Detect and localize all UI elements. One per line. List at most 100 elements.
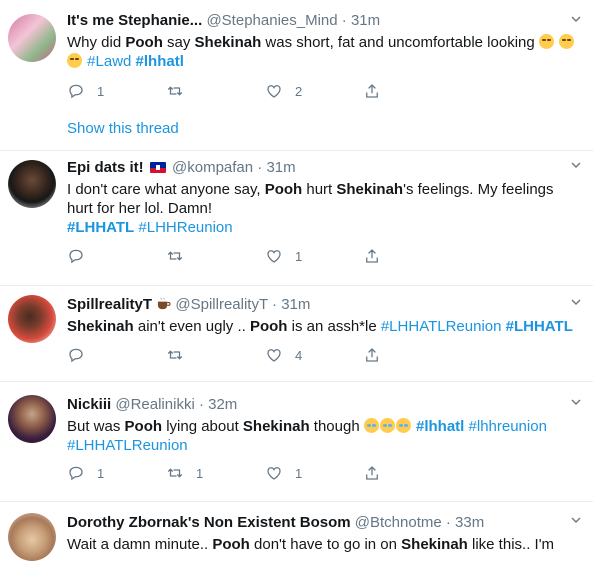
highlight: Shekinah [194, 34, 262, 51]
timestamp[interactable]: 31m [266, 159, 295, 176]
share-icon [366, 466, 378, 480]
share-icon [366, 84, 378, 98]
separator-dot: · [272, 296, 278, 313]
like-count: 1 [295, 465, 303, 481]
tweet-text: Why did Pooh say Shekinah was short, fat… [67, 33, 583, 71]
chevron-down-icon[interactable] [571, 397, 581, 407]
highlight: Pooh [249, 318, 288, 335]
like-count: 2 [295, 83, 303, 99]
reply-button[interactable]: 1 [67, 463, 104, 483]
avatar[interactable] [8, 295, 56, 343]
share-button[interactable] [363, 246, 381, 266]
retweet-icon [167, 86, 183, 96]
share-icon [366, 249, 378, 263]
retweet-button[interactable] [166, 246, 196, 266]
tweet-header: Nickiii @Realinikki · 32m [67, 395, 583, 415]
highlight: Pooh [125, 34, 163, 51]
user-handle[interactable]: @Btchnotme [355, 514, 442, 531]
grimacing-face-icon [538, 34, 554, 49]
haiti-flag-icon [149, 162, 166, 173]
tears-of-joy-icon [379, 418, 395, 433]
share-button[interactable] [363, 81, 381, 101]
hashtag-link[interactable]: #lhhatl [416, 418, 464, 435]
avatar[interactable] [8, 513, 56, 561]
hashtag-link[interactable]: #lhhreunion [469, 418, 547, 435]
timestamp[interactable]: 31m [351, 12, 380, 29]
highlight: Shekinah [336, 181, 404, 198]
separator-dot: · [257, 159, 263, 176]
highlight: Pooh [264, 181, 303, 198]
timestamp[interactable]: 31m [281, 296, 310, 313]
reply-count: 1 [97, 465, 105, 481]
tweet[interactable]: Dorothy Zbornak's Non Existent Bosom @Bt… [0, 501, 593, 561]
share-button[interactable] [363, 463, 381, 483]
like-button[interactable]: 4 [265, 345, 302, 365]
tweet-header: It's me Stephanie... @Stephanies_Mind · … [67, 11, 583, 31]
timestamp[interactable]: 32m [208, 396, 237, 413]
display-name[interactable]: SpillrealityT [67, 296, 152, 313]
tweet-header: SpillrealityT @SpillrealityT · 31m [67, 295, 583, 315]
retweet-icon [167, 350, 183, 360]
tweet-text: I don't care what anyone say, Pooh hurt … [67, 181, 554, 236]
avatar[interactable] [8, 395, 56, 443]
hashtag-link[interactable]: #LHHATLReunion [381, 318, 502, 335]
reply-count: 1 [97, 83, 105, 99]
retweet-icon [167, 251, 183, 261]
hashtag-link[interactable]: #LHHReunion [138, 219, 232, 236]
share-button[interactable] [363, 345, 381, 365]
like-button[interactable]: 2 [265, 81, 302, 101]
reply-button[interactable] [67, 345, 97, 365]
separator-dot: · [198, 396, 204, 413]
tweet[interactable]: Epi dats it! @kompafan · 31m I don't car… [0, 150, 593, 286]
avatar[interactable] [8, 160, 56, 208]
tweet[interactable]: SpillrealityT @SpillrealityT · 31m Sheki… [0, 285, 593, 382]
tweet-text: Shekinah ain't even ugly .. Pooh is an a… [67, 318, 573, 335]
hashtag-link[interactable]: #LHHATLReunion [67, 437, 188, 454]
like-button[interactable]: 1 [265, 463, 302, 483]
like-button[interactable]: 1 [265, 246, 302, 266]
retweet-button[interactable]: 1 [166, 463, 203, 483]
reply-icon [69, 84, 83, 99]
tweet[interactable]: It's me Stephanie... @Stephanies_Mind · … [0, 0, 593, 151]
chevron-down-icon[interactable] [571, 14, 581, 24]
timestamp[interactable]: 33m [455, 514, 484, 531]
tweet-header: Dorothy Zbornak's Non Existent Bosom @Bt… [67, 513, 583, 533]
grimacing-face-icon [67, 53, 82, 68]
avatar[interactable] [8, 14, 56, 62]
share-icon [366, 348, 378, 362]
retweet-icon [167, 468, 183, 478]
user-handle[interactable]: @kompafan [172, 159, 253, 176]
highlight: Shekinah [242, 418, 310, 435]
like-count: 4 [295, 347, 303, 363]
chevron-down-icon[interactable] [571, 160, 581, 170]
like-icon [267, 349, 281, 362]
like-icon [267, 467, 281, 480]
reply-icon [69, 348, 83, 363]
display-name[interactable]: Nickiii [67, 396, 111, 413]
display-name[interactable]: Epi dats it! [67, 159, 144, 176]
hashtag-link[interactable]: #LHHATL [67, 219, 134, 236]
user-handle[interactable]: @Stephanies_Mind [206, 12, 337, 29]
chevron-down-icon[interactable] [571, 297, 581, 307]
hashtag-link[interactable]: #lhhatl [136, 53, 184, 70]
display-name[interactable]: It's me Stephanie... [67, 12, 202, 29]
highlight: Shekinah [67, 318, 134, 335]
hashtag-link[interactable]: #Lawd [87, 53, 131, 70]
tweet-header: Epi dats it! @kompafan · 31m [67, 158, 583, 178]
hashtag-link[interactable]: #LHHATL [506, 318, 573, 335]
reply-button[interactable]: 1 [67, 81, 104, 101]
retweet-button[interactable] [166, 345, 196, 365]
retweet-count: 1 [196, 465, 204, 481]
grimacing-face-icon [559, 34, 575, 49]
show-thread-link[interactable]: Show this thread [67, 120, 179, 137]
retweet-button[interactable] [166, 81, 196, 101]
like-icon [267, 250, 281, 263]
reply-button[interactable] [67, 246, 97, 266]
display-name[interactable]: Dorothy Zbornak's Non Existent Bosom [67, 514, 351, 531]
tweet[interactable]: Nickiii @Realinikki · 32m But was Pooh l… [0, 381, 593, 502]
tears-of-joy-icon [395, 418, 411, 433]
user-handle[interactable]: @SpillrealityT [175, 296, 267, 313]
chevron-down-icon[interactable] [571, 515, 581, 525]
user-handle[interactable]: @Realinikki [115, 396, 194, 413]
separator-dot: · [445, 514, 451, 531]
